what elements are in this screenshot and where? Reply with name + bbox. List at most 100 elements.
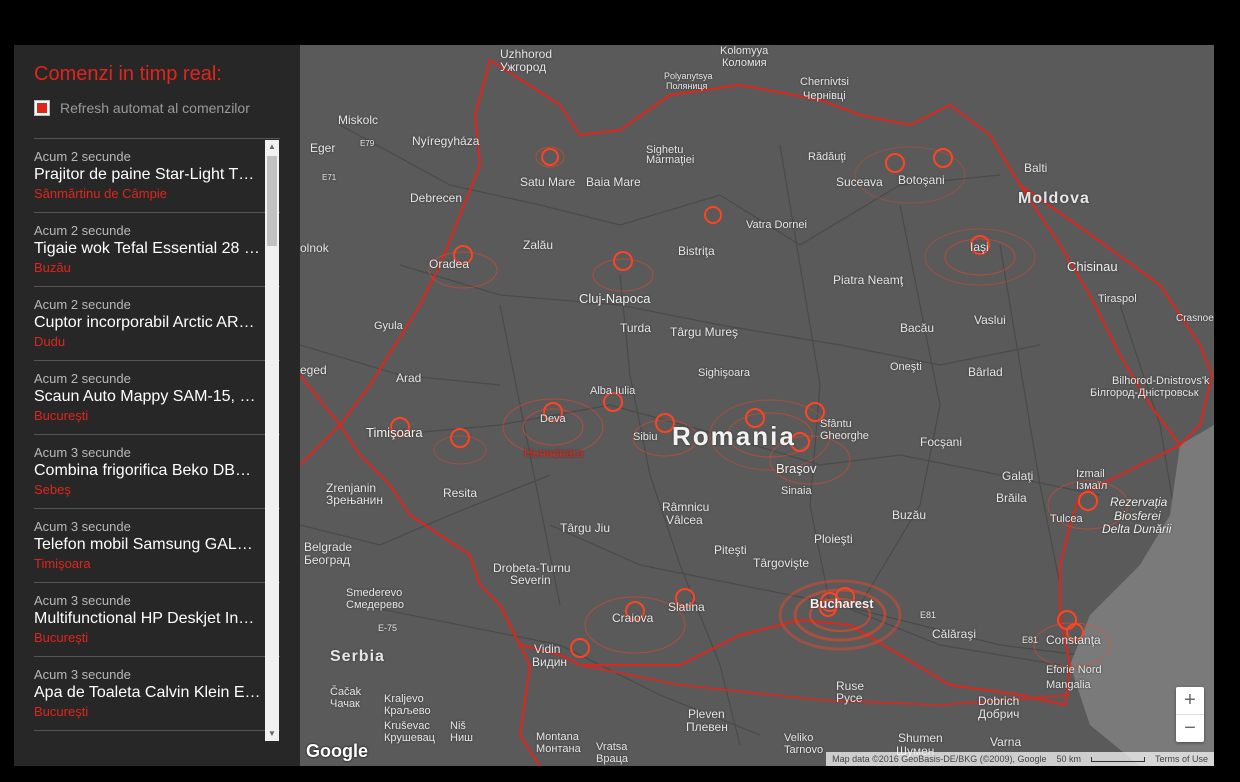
scale-label: 50 km (1056, 754, 1081, 764)
map-label: Vidin (534, 642, 561, 656)
order-item[interactable]: Acum 3 secunde Apa de Toaleta Calvin Kle… (34, 657, 280, 731)
auto-refresh-label: Refresh automat al comenzilor (60, 100, 250, 116)
checkbox-icon[interactable] (34, 100, 50, 116)
map-label: Iaşi (970, 240, 989, 254)
moldova-border (1019, 184, 1181, 446)
map-label: Pleven (688, 707, 725, 721)
map-label: Montana (536, 731, 579, 743)
map-label: Satu Mare (520, 175, 576, 189)
order-time: Acum 2 secunde (34, 297, 131, 312)
map-label: Tulcea (1050, 513, 1083, 525)
map-label: Nyíregyháza (412, 134, 480, 148)
map-label: Русе (836, 691, 863, 705)
map-canvas[interactable]: Uzhhorod Ужгород Kolomyya Коломия Polyan… (300, 45, 1214, 766)
map-label: Piatra Neamţ (833, 273, 904, 287)
order-product: Cuptor incorporabil Arctic AR… (34, 314, 255, 331)
order-time: Acum 2 secunde (34, 223, 131, 238)
order-product: Scaun Auto Mappy SAM-15, 9… (34, 388, 262, 405)
order-city: Timişoara (34, 556, 91, 571)
map-label: Sinaia (781, 485, 812, 497)
map-label: Коломия (722, 57, 767, 69)
map-label: Mangalia (1046, 679, 1091, 691)
map-label: Arad (396, 371, 422, 385)
map-label: Білгород-Дністровськ (1090, 387, 1199, 399)
map-label: Kraljevo (384, 693, 424, 705)
terms-link[interactable]: Terms of Use (1155, 754, 1208, 764)
map-label: Tarnovo (784, 744, 824, 756)
order-time: Acum 2 secunde (34, 149, 131, 164)
map-label: Rădăuţi (808, 151, 846, 163)
map-label: Враца (596, 753, 628, 765)
order-time: Acum 3 secunde (34, 593, 131, 608)
serbia-border (300, 374, 342, 466)
map-label: Монтана (536, 743, 581, 755)
map-label: Timişoara (366, 425, 423, 440)
auto-refresh-checkbox[interactable]: Refresh automat al comenzilor (34, 100, 250, 116)
map-label: Čačak (330, 686, 362, 698)
map-label: Chisinau (1067, 259, 1118, 274)
map-label: Călăraşi (932, 627, 977, 641)
map-label: Vâlcea (666, 513, 703, 527)
order-item[interactable]: Acum 3 secunde Combina frigorifica Beko … (34, 435, 280, 509)
order-item[interactable]: Acum 2 secunde Scaun Auto Mappy SAM-15, … (34, 361, 280, 435)
zoom-control: + − (1176, 687, 1204, 742)
map-label: Moldova (1018, 190, 1090, 207)
map-label: Buzău (892, 508, 927, 522)
map-label: Serbia (330, 648, 385, 665)
map-label: Izmail (1076, 468, 1105, 480)
list-scrollbar[interactable]: ▲ ▼ (265, 140, 279, 741)
order-product: Tigaie wok Tefal Essential 28 … (34, 240, 260, 257)
map-label: Baia Mare (586, 175, 641, 189)
map-label: Focşani (920, 435, 963, 449)
order-item[interactable]: Acum 2 secunde Cuptor incorporabil Arcti… (34, 287, 280, 361)
order-item[interactable]: Acum 3 secunde Multifunctional HP Deskje… (34, 583, 280, 657)
map-label: Kolomyya (720, 45, 769, 57)
map-label: Чернівці (803, 90, 846, 102)
scrollbar-thumb[interactable] (267, 156, 277, 246)
zoom-in-button[interactable]: + (1176, 687, 1204, 715)
map-label: Gyula (374, 320, 403, 332)
map-label: Hunedoara (524, 446, 584, 460)
map-label: Београд (304, 553, 350, 567)
map-label: Vatra Dornei (746, 219, 807, 231)
orders-list[interactable]: Acum 2 secunde Prajitor de paine Star-Li… (34, 138, 280, 742)
map-label: Debrecen (410, 191, 463, 205)
order-time: Acum 3 secunde (34, 667, 131, 682)
map-label: Botoşani (898, 173, 945, 187)
map-label: Chernivtsi (800, 76, 849, 88)
order-item[interactable]: Acum 2 secunde Prajitor de paine Star-Li… (34, 139, 280, 213)
map-label: Galaţi (1002, 469, 1034, 483)
map-label: Oneşti (890, 361, 922, 373)
map-label: Sfântu (820, 418, 852, 430)
map-label: Smederevo (346, 587, 403, 599)
map-label: Vratsa (596, 741, 628, 753)
orders-panel: Comenzi in timp real: Refresh automat al… (14, 45, 300, 766)
order-item[interactable]: Acum 3 secunde Telefon mobil Samsung GAL… (34, 509, 280, 583)
map-label: Eforie Nord (1046, 664, 1102, 676)
map-label: Sibiu (633, 431, 658, 443)
order-city: Sânmărtinu de Câmpie (34, 186, 167, 201)
map-label: Biosferei (1114, 509, 1161, 523)
order-city: Dudu (34, 334, 66, 349)
map-label: Brăila (996, 491, 1027, 505)
map-label: Turda (620, 321, 651, 335)
google-logo[interactable]: Google (306, 741, 368, 762)
order-item[interactable]: Acum 2 secunde Tigaie wok Tefal Essentia… (34, 213, 280, 287)
map-label: E81 (920, 610, 937, 620)
scroll-down-arrow-icon[interactable]: ▼ (265, 727, 279, 741)
map-label: Alba Iulia (590, 385, 636, 397)
order-time: Acum 2 secunde (34, 371, 131, 386)
bulgaria-border (499, 604, 541, 766)
zoom-out-button[interactable]: − (1176, 715, 1204, 742)
map-label: Delta Dunării (1102, 522, 1172, 536)
map-label: E71 (322, 173, 337, 182)
map-label: Miskolc (338, 113, 379, 127)
map-label: Краљево (384, 705, 431, 717)
map-label: Piteşti (714, 543, 747, 557)
map-label: Uzhhorod (500, 47, 553, 61)
map-label: Polyanytsya (664, 71, 713, 81)
map-label: Sighişoara (698, 367, 750, 379)
map-label: Крушевац (384, 732, 435, 744)
scroll-up-arrow-icon[interactable]: ▲ (265, 140, 279, 154)
map-label: Shumen (898, 731, 943, 745)
